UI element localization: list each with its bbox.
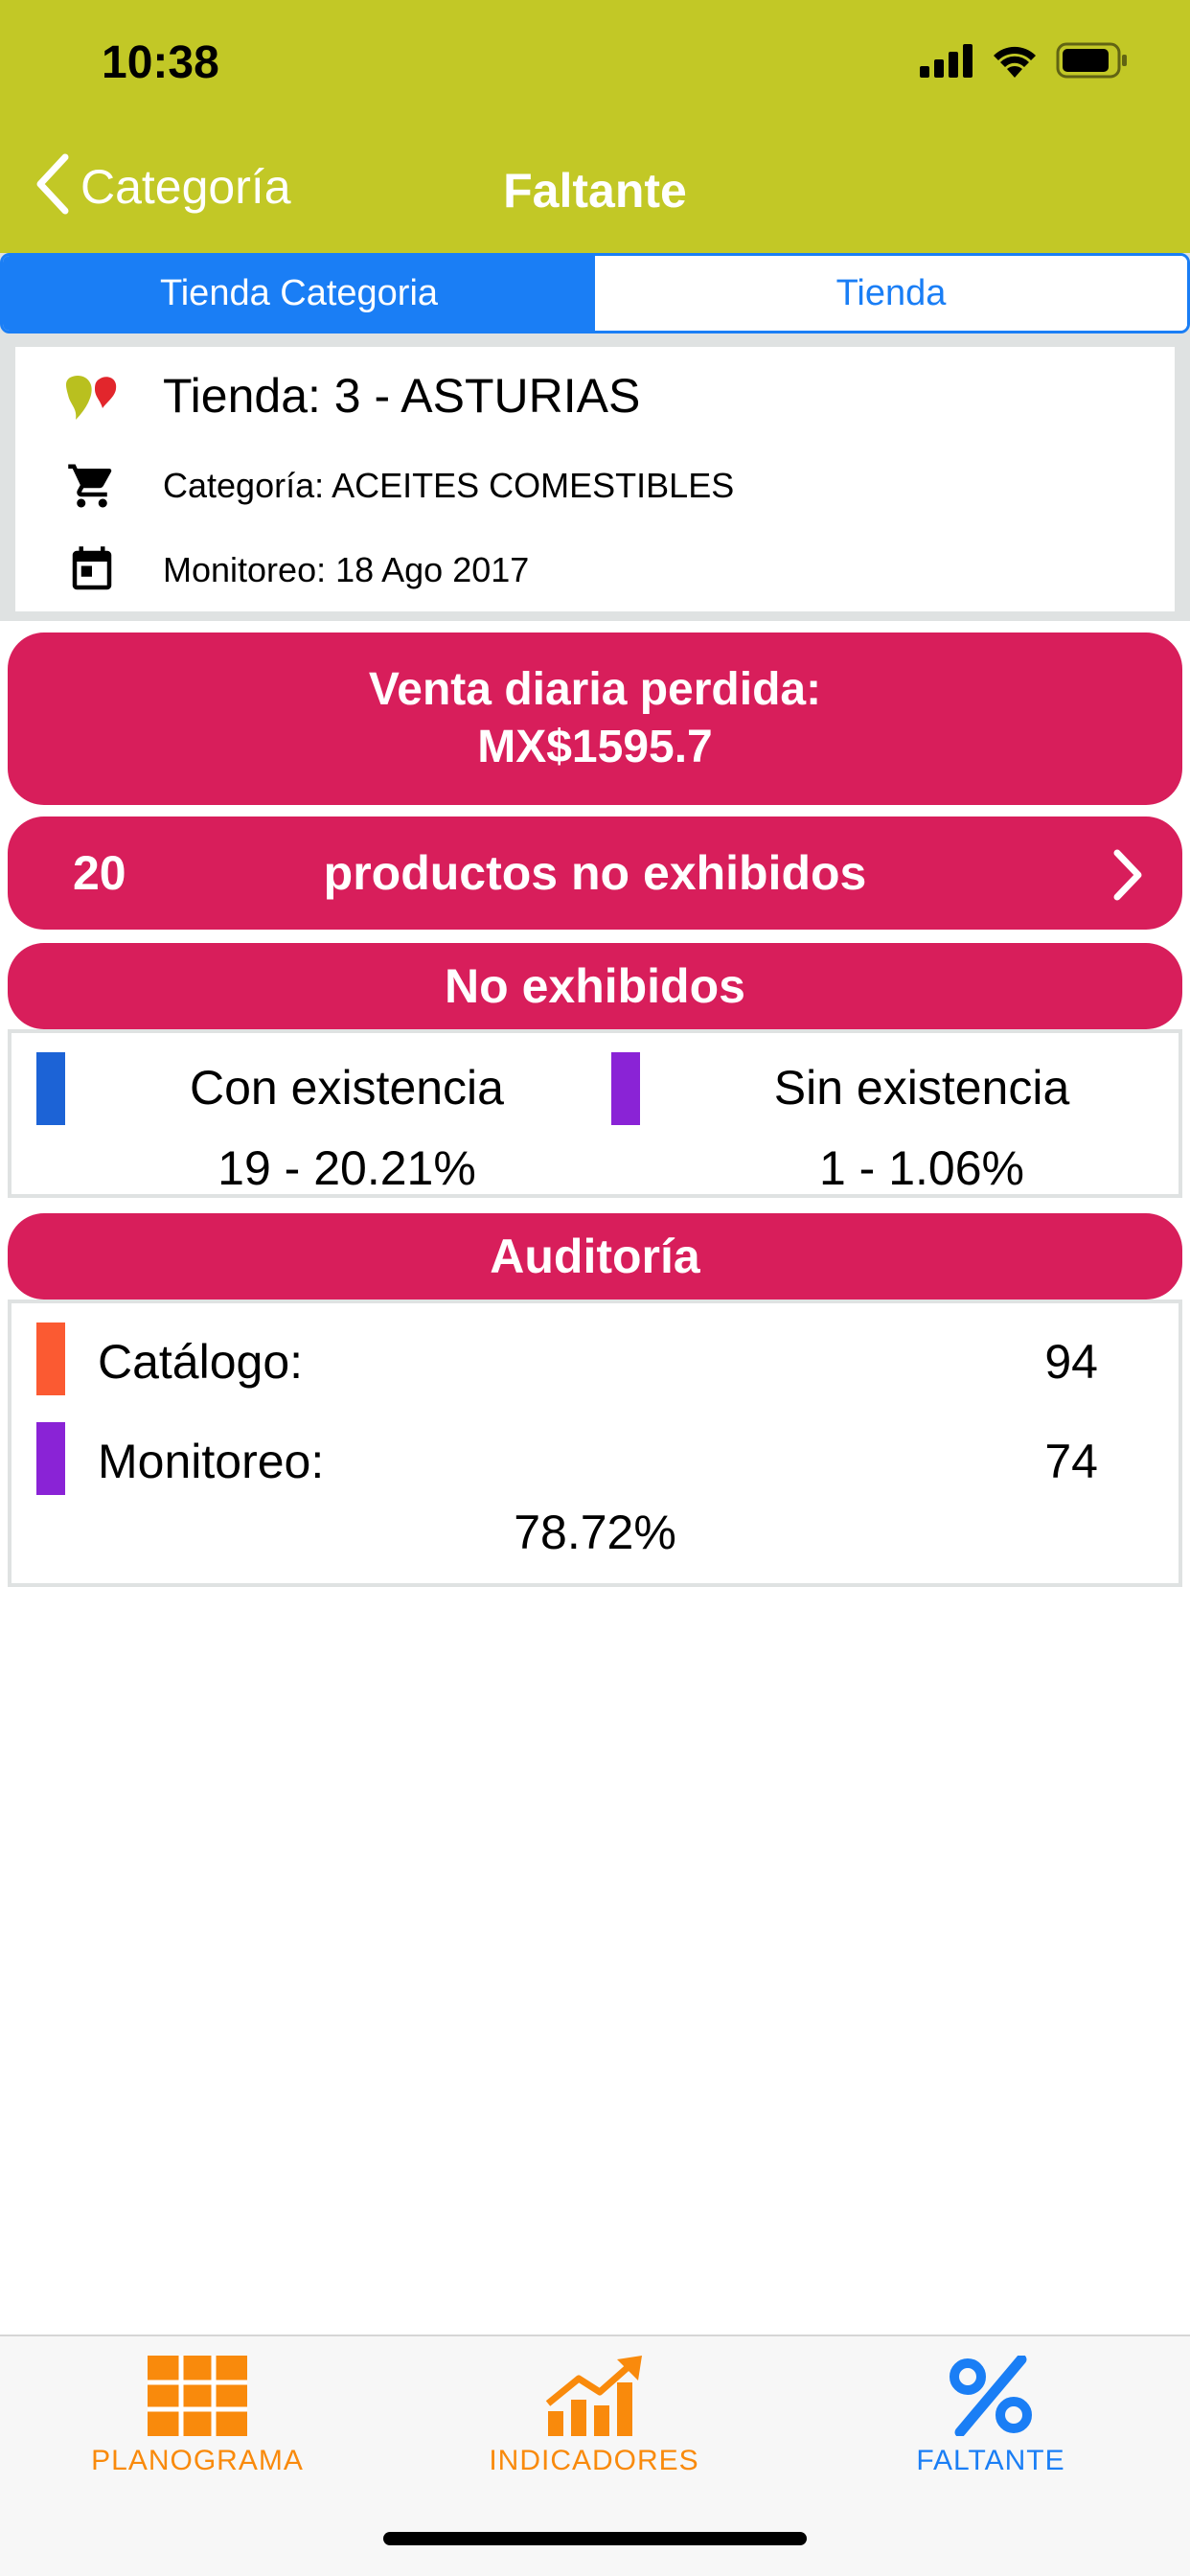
store-name: Tienda: 3 - ASTURIAS	[163, 369, 641, 423]
catalogo-legend	[36, 1322, 65, 1395]
tab-faltante[interactable]: FALTANTE	[847, 2354, 1134, 2477]
chevron-right-icon	[1111, 849, 1144, 912]
monitoreo-legend	[36, 1422, 65, 1495]
sin-existencia-value: 1 - 1.06%	[818, 1141, 1024, 1195]
monitoring-text: Monitoreo: 18 Ago 2017	[163, 550, 530, 589]
segment-tienda[interactable]: Tienda	[595, 256, 1187, 331]
back-button[interactable]: Categoría	[34, 153, 291, 219]
back-label: Categoría	[80, 159, 291, 214]
cart-icon	[57, 460, 126, 512]
percent-icon	[941, 2354, 1041, 2441]
products-not-displayed-button[interactable]: 20 productos no exhibidos	[8, 816, 1182, 930]
tab-indicadores-label: INDICADORES	[489, 2445, 699, 2476]
chevron-left-icon	[34, 153, 71, 219]
segment-container: Tienda Categoria Tienda	[0, 253, 1190, 337]
segment-tienda-categoria[interactable]: Tienda Categoria	[3, 256, 595, 331]
products-label: productos no exhibidos	[323, 846, 867, 900]
category-text: Categoría: ACEITES COMESTIBLES	[163, 466, 735, 505]
growth-chart-icon	[544, 2356, 644, 2441]
store-row: Tienda: 3 - ASTURIAS	[57, 368, 640, 424]
lost-sales-amount: MX$1595.7	[477, 722, 713, 772]
store-info-card: Tienda: 3 - ASTURIAS Categoría: ACEITES …	[15, 347, 1175, 611]
sin-existencia-legend	[611, 1052, 640, 1125]
wifi-icon	[991, 42, 1039, 83]
calendar-icon	[57, 544, 126, 596]
catalogo-label: Catálogo:	[98, 1335, 304, 1389]
no-exhibidos-box: Con existencia 19 - 20.21% Sin existenci…	[8, 1029, 1182, 1198]
monitoring-row: Monitoreo: 18 Ago 2017	[57, 544, 529, 596]
con-existencia-label: Con existencia	[190, 1061, 504, 1115]
con-existencia-value: 19 - 20.21%	[217, 1141, 476, 1195]
status-icons	[920, 42, 1129, 83]
category-row: Categoría: ACEITES COMESTIBLES	[57, 460, 734, 512]
monitoreo-value: 74	[1044, 1435, 1098, 1488]
info-section: Tienda: 3 - ASTURIAS Categoría: ACEITES …	[0, 337, 1190, 621]
audit-percent: 78.72%	[514, 1506, 676, 1559]
home-indicator[interactable]	[383, 2532, 807, 2545]
signal-icon	[920, 43, 973, 82]
no-exhibidos-title: No exhibidos	[445, 959, 745, 1013]
navigation-bar: 10:38 Categoría Faltante	[0, 0, 1190, 253]
auditoria-header: Auditoría	[8, 1213, 1182, 1300]
tab-indicadores[interactable]: INDICADORES	[450, 2356, 738, 2477]
lost-sales-banner: Venta diaria perdida: MX$1595.7	[8, 632, 1182, 805]
battery-icon	[1056, 42, 1129, 83]
store-logo-icon	[57, 370, 126, 422]
con-existencia-legend	[36, 1052, 65, 1125]
tab-planograma-label: PLANOGRAMA	[91, 2445, 304, 2476]
catalogo-value: 94	[1044, 1335, 1098, 1389]
planogram-grid-icon	[148, 2356, 247, 2441]
monitoreo-label: Monitoreo:	[98, 1435, 325, 1488]
no-exhibidos-header: No exhibidos	[8, 943, 1182, 1029]
auditoria-title: Auditoría	[490, 1230, 700, 1283]
tab-faltante-label: FALTANTE	[916, 2445, 1065, 2476]
segmented-control: Tienda Categoria Tienda	[0, 253, 1190, 334]
lost-sales-label: Venta diaria perdida:	[368, 664, 822, 715]
auditoria-box: Catálogo: 94 Monitoreo: 74 78.72%	[8, 1300, 1182, 1587]
status-time: 10:38	[102, 37, 219, 88]
sin-existencia-label: Sin existencia	[773, 1061, 1070, 1115]
tab-planograma[interactable]: PLANOGRAMA	[54, 2356, 341, 2477]
